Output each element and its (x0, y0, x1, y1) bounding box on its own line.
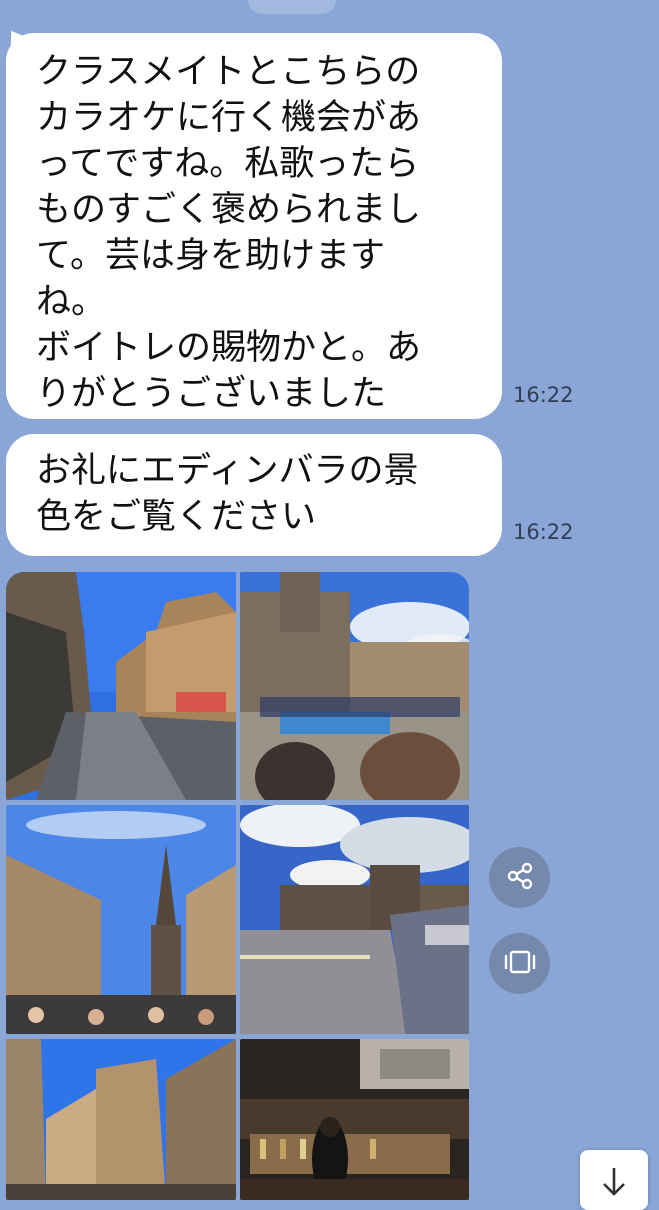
carousel-icon (503, 949, 537, 979)
message-bubble[interactable]: お礼にエディンバラの景 色をご覧ください (6, 434, 502, 556)
message-timestamp: 16:22 (513, 383, 574, 407)
photo-march-with-flags[interactable] (240, 572, 469, 800)
carousel-view-button[interactable] (489, 933, 550, 994)
message-bubble[interactable]: クラスメイトとこちらの カラオケに行く機会があ ってですね。私歌ったら ものすご… (6, 33, 502, 419)
share-button[interactable] (489, 847, 550, 908)
photo-victoria-street[interactable] (6, 1039, 236, 1200)
arrow-down-icon (601, 1166, 627, 1202)
top-indicator (248, 0, 336, 14)
photo-pub-interior[interactable] (240, 1039, 469, 1200)
photo-royal-mile-cobbled-street[interactable] (6, 572, 236, 800)
photo-tolbooth-spire-crowd[interactable] (6, 805, 236, 1034)
scroll-to-bottom-button[interactable] (580, 1150, 648, 1210)
photo-north-bridge-street[interactable] (240, 805, 469, 1034)
share-icon (505, 861, 535, 895)
message-timestamp: 16:22 (513, 520, 574, 544)
